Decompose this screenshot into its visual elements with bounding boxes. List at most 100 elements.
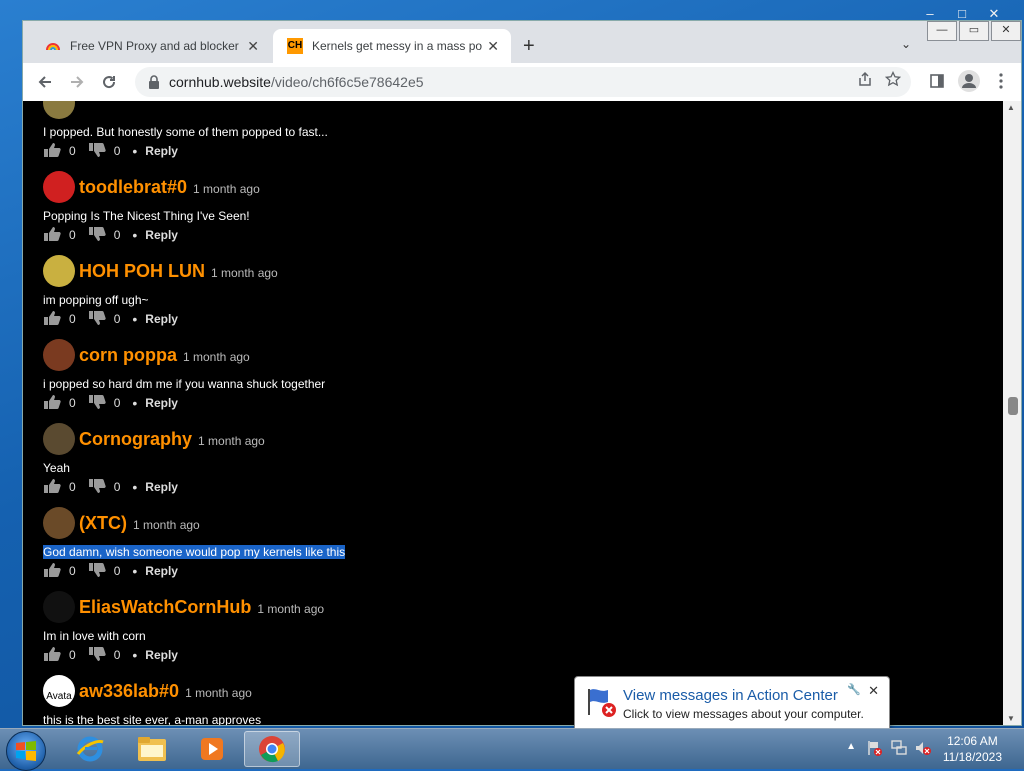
reply-button[interactable]: Reply bbox=[145, 648, 178, 662]
new-tab-button[interactable]: + bbox=[523, 35, 535, 58]
reply-button[interactable]: Reply bbox=[145, 564, 178, 578]
side-panel-icon[interactable] bbox=[923, 67, 951, 95]
thumbs-up-icon[interactable] bbox=[43, 226, 69, 245]
profile-avatar-icon[interactable] bbox=[955, 67, 983, 95]
share-icon[interactable] bbox=[857, 71, 873, 87]
comment-username[interactable]: Cornography bbox=[79, 429, 192, 450]
pin-icon[interactable]: 🔧 bbox=[847, 683, 861, 696]
tab-close-icon[interactable]: ✕ bbox=[247, 38, 259, 55]
comment-username[interactable]: aw336lab#0 bbox=[79, 681, 179, 702]
action-center-flag-icon bbox=[588, 689, 616, 717]
separator-dot: • bbox=[132, 227, 138, 243]
avatar[interactable]: Avata bbox=[43, 675, 75, 707]
comment-header: (XTC) 1 month ago bbox=[43, 507, 345, 539]
reply-button[interactable]: Reply bbox=[145, 480, 178, 494]
comment-age: 1 month ago bbox=[257, 601, 325, 616]
thumbs-down-icon[interactable] bbox=[88, 394, 114, 413]
comment-username[interactable]: corn poppa bbox=[79, 345, 177, 366]
media-player-button[interactable] bbox=[184, 731, 240, 767]
reload-icon bbox=[103, 76, 116, 89]
avatar[interactable] bbox=[43, 339, 75, 371]
like-count: 0 bbox=[69, 648, 76, 662]
thumbs-down-icon[interactable] bbox=[88, 478, 114, 497]
comment-username[interactable]: toodlebrat#0 bbox=[79, 177, 187, 198]
more-menu-icon[interactable] bbox=[987, 67, 1015, 95]
action-center-flag-tray-icon[interactable] bbox=[866, 739, 884, 757]
comment-header: toodlebrat#0 1 month ago bbox=[43, 171, 260, 203]
show-hidden-icons-icon[interactable]: ▲ bbox=[846, 741, 856, 752]
thumbs-down-icon[interactable] bbox=[88, 310, 114, 329]
tab-close-icon[interactable]: ✕ bbox=[487, 38, 499, 55]
comment-username[interactable]: EliasWatchCornHub bbox=[79, 597, 251, 618]
media-player-icon bbox=[201, 738, 223, 760]
tab-search-chevron-icon[interactable]: ⌄ bbox=[901, 37, 911, 51]
ch-favicon-icon: CH bbox=[287, 38, 303, 54]
url-host: cornhub.website bbox=[169, 74, 271, 90]
star-icon[interactable] bbox=[885, 71, 901, 87]
reload-button[interactable] bbox=[93, 66, 125, 98]
reply-button[interactable]: Reply bbox=[145, 228, 178, 242]
comment-actions: 0 0 • Reply bbox=[43, 225, 260, 245]
back-button[interactable] bbox=[29, 66, 61, 98]
url-text: cornhub.website/video/ch6f6c5e78642e5 bbox=[169, 74, 424, 90]
separator-dot: • bbox=[132, 647, 138, 663]
comment-username[interactable]: HOH POH LUN bbox=[79, 261, 205, 282]
thumbs-down-icon[interactable] bbox=[88, 646, 114, 665]
thumbs-up-icon[interactable] bbox=[43, 394, 69, 413]
rainbow-favicon-icon bbox=[46, 43, 60, 51]
reply-button[interactable]: Reply bbox=[145, 144, 178, 158]
thumbs-up-icon[interactable] bbox=[43, 310, 69, 329]
comment: toodlebrat#0 1 month ago Popping Is The Ni… bbox=[43, 171, 260, 245]
tab-vpn[interactable]: Free VPN Proxy and ad blocker - ✕ bbox=[31, 29, 271, 63]
avatar[interactable] bbox=[43, 101, 75, 119]
comment-actions: 0 0 • Reply bbox=[43, 477, 265, 497]
thumbs-up-icon[interactable] bbox=[43, 142, 69, 161]
chrome-button[interactable] bbox=[244, 731, 300, 767]
comment-header: corn poppa 1 month ago bbox=[43, 339, 325, 371]
thumbs-down-icon[interactable] bbox=[88, 562, 114, 581]
thumbs-up-icon[interactable] bbox=[43, 562, 69, 581]
comment: Cornography 1 month ago Yeah 0 0 • Reply bbox=[43, 423, 265, 497]
comment-actions: 0 0 • Reply bbox=[43, 561, 345, 581]
volume-muted-icon[interactable] bbox=[914, 739, 932, 757]
thumbs-down-icon[interactable] bbox=[88, 142, 114, 161]
internet-explorer-button[interactable] bbox=[62, 731, 118, 767]
network-icon[interactable] bbox=[890, 739, 908, 757]
scroll-down-icon[interactable]: ▼ bbox=[1007, 714, 1015, 723]
separator-dot: • bbox=[132, 311, 138, 327]
comment-text-content: Yeah bbox=[43, 461, 70, 475]
tab-kernels[interactable]: CH Kernels get messy in a mass popp ✕ bbox=[273, 29, 511, 63]
comment-age: 1 month ago bbox=[133, 517, 200, 532]
comment-age: 1 month ago bbox=[211, 265, 278, 280]
separator-dot: • bbox=[132, 563, 138, 579]
action-center-notification[interactable]: View messages in Action Center Click to … bbox=[574, 676, 890, 742]
thumbs-up-icon[interactable] bbox=[43, 478, 69, 497]
notification-title[interactable]: View messages in Action Center bbox=[623, 687, 838, 704]
scroll-up-icon[interactable]: ▲ bbox=[1007, 103, 1015, 112]
separator-dot: • bbox=[132, 395, 138, 411]
thumbs-down-icon[interactable] bbox=[88, 226, 114, 245]
start-button[interactable] bbox=[6, 731, 46, 771]
clock[interactable]: 12:06 AM 11/18/2023 bbox=[943, 733, 1002, 765]
reply-button[interactable]: Reply bbox=[145, 312, 178, 326]
avatar[interactable] bbox=[43, 423, 75, 455]
tab-title: Free VPN Proxy and ad blocker - bbox=[70, 39, 240, 53]
file-explorer-button[interactable] bbox=[124, 731, 180, 767]
avatar[interactable] bbox=[43, 255, 75, 287]
like-count: 0 bbox=[69, 312, 76, 326]
vertical-scrollbar[interactable]: ▲ ▼ bbox=[1003, 101, 1021, 725]
comment-text-content: im popping off ugh~ bbox=[43, 293, 149, 307]
scroll-thumb[interactable] bbox=[1008, 397, 1018, 415]
thumbs-up-icon[interactable] bbox=[43, 646, 69, 665]
comment-username[interactable]: (XTC) bbox=[79, 513, 127, 534]
toolbar-right bbox=[923, 67, 1015, 95]
notification-close-button[interactable]: ✕ bbox=[868, 683, 879, 699]
browser-window: — ▭ ✕ Free VPN Proxy and ad blocker - ✕ … bbox=[22, 20, 1022, 726]
forward-button[interactable] bbox=[61, 66, 93, 98]
avatar[interactable] bbox=[43, 507, 75, 539]
address-bar[interactable]: cornhub.website/video/ch6f6c5e78642e5 bbox=[135, 67, 911, 97]
reply-button[interactable]: Reply bbox=[145, 396, 178, 410]
comment-text: Popping Is The Nicest Thing I've Seen! bbox=[43, 209, 260, 225]
avatar[interactable] bbox=[43, 171, 75, 203]
avatar[interactable] bbox=[43, 591, 75, 623]
